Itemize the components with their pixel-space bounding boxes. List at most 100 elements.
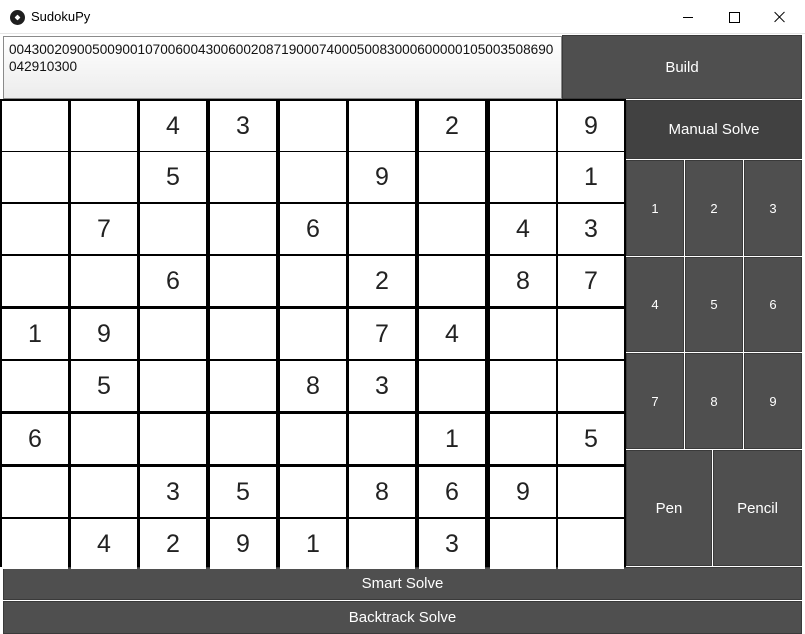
- grid-cell[interactable]: [419, 204, 485, 254]
- number-button-5[interactable]: 5: [685, 257, 743, 352]
- number-button-6[interactable]: 6: [744, 257, 802, 352]
- grid-cell[interactable]: [140, 361, 206, 411]
- grid-cell[interactable]: [490, 152, 556, 202]
- grid-cell[interactable]: [490, 414, 556, 464]
- grid-cell[interactable]: 8: [280, 361, 346, 411]
- grid-cell[interactable]: 9: [71, 309, 137, 359]
- grid-cell[interactable]: 8: [349, 467, 415, 517]
- grid-cell[interactable]: 2: [140, 519, 206, 569]
- grid-cell[interactable]: [210, 414, 276, 464]
- grid-cell[interactable]: [558, 361, 624, 411]
- grid-cell[interactable]: 9: [490, 467, 556, 517]
- grid-cell[interactable]: 7: [558, 256, 624, 306]
- grid-cell[interactable]: 9: [558, 101, 624, 151]
- number-button-7[interactable]: 7: [626, 353, 684, 449]
- grid-cell[interactable]: 4: [140, 101, 206, 151]
- grid-cell[interactable]: 6: [140, 256, 206, 306]
- grid-cell[interactable]: [558, 309, 624, 359]
- grid-cell[interactable]: 9: [210, 519, 276, 569]
- grid-cell[interactable]: [349, 519, 415, 569]
- number-button-1[interactable]: 1: [626, 160, 684, 256]
- grid-cell[interactable]: 3: [349, 361, 415, 411]
- grid-cell[interactable]: 1: [2, 309, 68, 359]
- manual-solve-button[interactable]: Manual Solve: [626, 100, 802, 159]
- grid-cell[interactable]: [280, 256, 346, 306]
- grid-cell[interactable]: 9: [349, 152, 415, 202]
- number-button-8[interactable]: 8: [685, 353, 743, 449]
- grid-cell[interactable]: 6: [2, 414, 68, 464]
- grid-cell[interactable]: 5: [140, 152, 206, 202]
- grid-cell[interactable]: 5: [558, 414, 624, 464]
- grid-cell[interactable]: 2: [419, 101, 485, 151]
- grid-cell[interactable]: [2, 519, 68, 569]
- grid-cell[interactable]: [71, 101, 137, 151]
- grid-cell[interactable]: 3: [419, 519, 485, 569]
- grid-cell[interactable]: [71, 414, 137, 464]
- grid-cell[interactable]: 7: [349, 309, 415, 359]
- grid-cell[interactable]: [2, 467, 68, 517]
- grid-cell[interactable]: 3: [210, 101, 276, 151]
- pen-button[interactable]: Pen: [626, 450, 712, 566]
- grid-cell[interactable]: [2, 101, 68, 151]
- grid-cell[interactable]: [210, 309, 276, 359]
- grid-cell[interactable]: [140, 414, 206, 464]
- maximize-button[interactable]: [711, 0, 757, 34]
- grid-cell[interactable]: 7: [71, 204, 137, 254]
- grid-cell[interactable]: [558, 519, 624, 569]
- grid-cell[interactable]: 8: [490, 256, 556, 306]
- number-button-3[interactable]: 3: [744, 160, 802, 256]
- number-button-2[interactable]: 2: [685, 160, 743, 256]
- grid-cell[interactable]: [419, 152, 485, 202]
- grid-cell[interactable]: 5: [71, 361, 137, 411]
- grid-cell[interactable]: [280, 467, 346, 517]
- minimize-button[interactable]: [665, 0, 711, 34]
- grid-cell[interactable]: [210, 152, 276, 202]
- grid-cell[interactable]: [280, 152, 346, 202]
- grid-cell[interactable]: [210, 256, 276, 306]
- grid-cell[interactable]: [140, 204, 206, 254]
- grid-cell[interactable]: 1: [280, 519, 346, 569]
- grid-cell[interactable]: [210, 361, 276, 411]
- pencil-button[interactable]: Pencil: [713, 450, 802, 566]
- grid-cell[interactable]: 3: [140, 467, 206, 517]
- grid-cell[interactable]: [280, 414, 346, 464]
- grid-cell[interactable]: [71, 467, 137, 517]
- grid-cell[interactable]: [490, 309, 556, 359]
- grid-cell[interactable]: 4: [419, 309, 485, 359]
- backtrack-solve-button[interactable]: Backtrack Solve: [3, 601, 802, 634]
- close-button[interactable]: [757, 0, 803, 34]
- grid-cell[interactable]: [419, 361, 485, 411]
- grid-cell[interactable]: [210, 204, 276, 254]
- grid-cell[interactable]: [349, 204, 415, 254]
- number-button-9[interactable]: 9: [744, 353, 802, 449]
- number-button-4[interactable]: 4: [626, 257, 684, 352]
- grid-cell[interactable]: 1: [558, 152, 624, 202]
- grid-cell[interactable]: [490, 101, 556, 151]
- build-button[interactable]: Build: [562, 35, 802, 99]
- grid-cell[interactable]: [2, 256, 68, 306]
- grid-cell[interactable]: 5: [210, 467, 276, 517]
- grid-cell[interactable]: 6: [419, 467, 485, 517]
- grid-cell[interactable]: [558, 467, 624, 517]
- grid-cell[interactable]: 3: [558, 204, 624, 254]
- grid-cell[interactable]: [419, 256, 485, 306]
- grid-cell[interactable]: 2: [349, 256, 415, 306]
- smart-solve-button[interactable]: Smart Solve: [3, 567, 802, 600]
- grid-cell[interactable]: [140, 309, 206, 359]
- grid-cell[interactable]: 6: [280, 204, 346, 254]
- puzzle-string-input[interactable]: 0043002090050090010700600430060020871900…: [3, 36, 562, 99]
- grid-cell[interactable]: [349, 414, 415, 464]
- grid-cell[interactable]: [490, 361, 556, 411]
- grid-cell[interactable]: [490, 519, 556, 569]
- grid-cell[interactable]: [71, 152, 137, 202]
- grid-cell[interactable]: [280, 309, 346, 359]
- grid-cell[interactable]: [2, 152, 68, 202]
- grid-cell[interactable]: [2, 361, 68, 411]
- grid-cell[interactable]: [71, 256, 137, 306]
- grid-cell[interactable]: 4: [490, 204, 556, 254]
- grid-cell[interactable]: 1: [419, 414, 485, 464]
- grid-cell[interactable]: 4: [71, 519, 137, 569]
- grid-cell[interactable]: [349, 101, 415, 151]
- grid-cell[interactable]: [280, 101, 346, 151]
- grid-cell[interactable]: [2, 204, 68, 254]
